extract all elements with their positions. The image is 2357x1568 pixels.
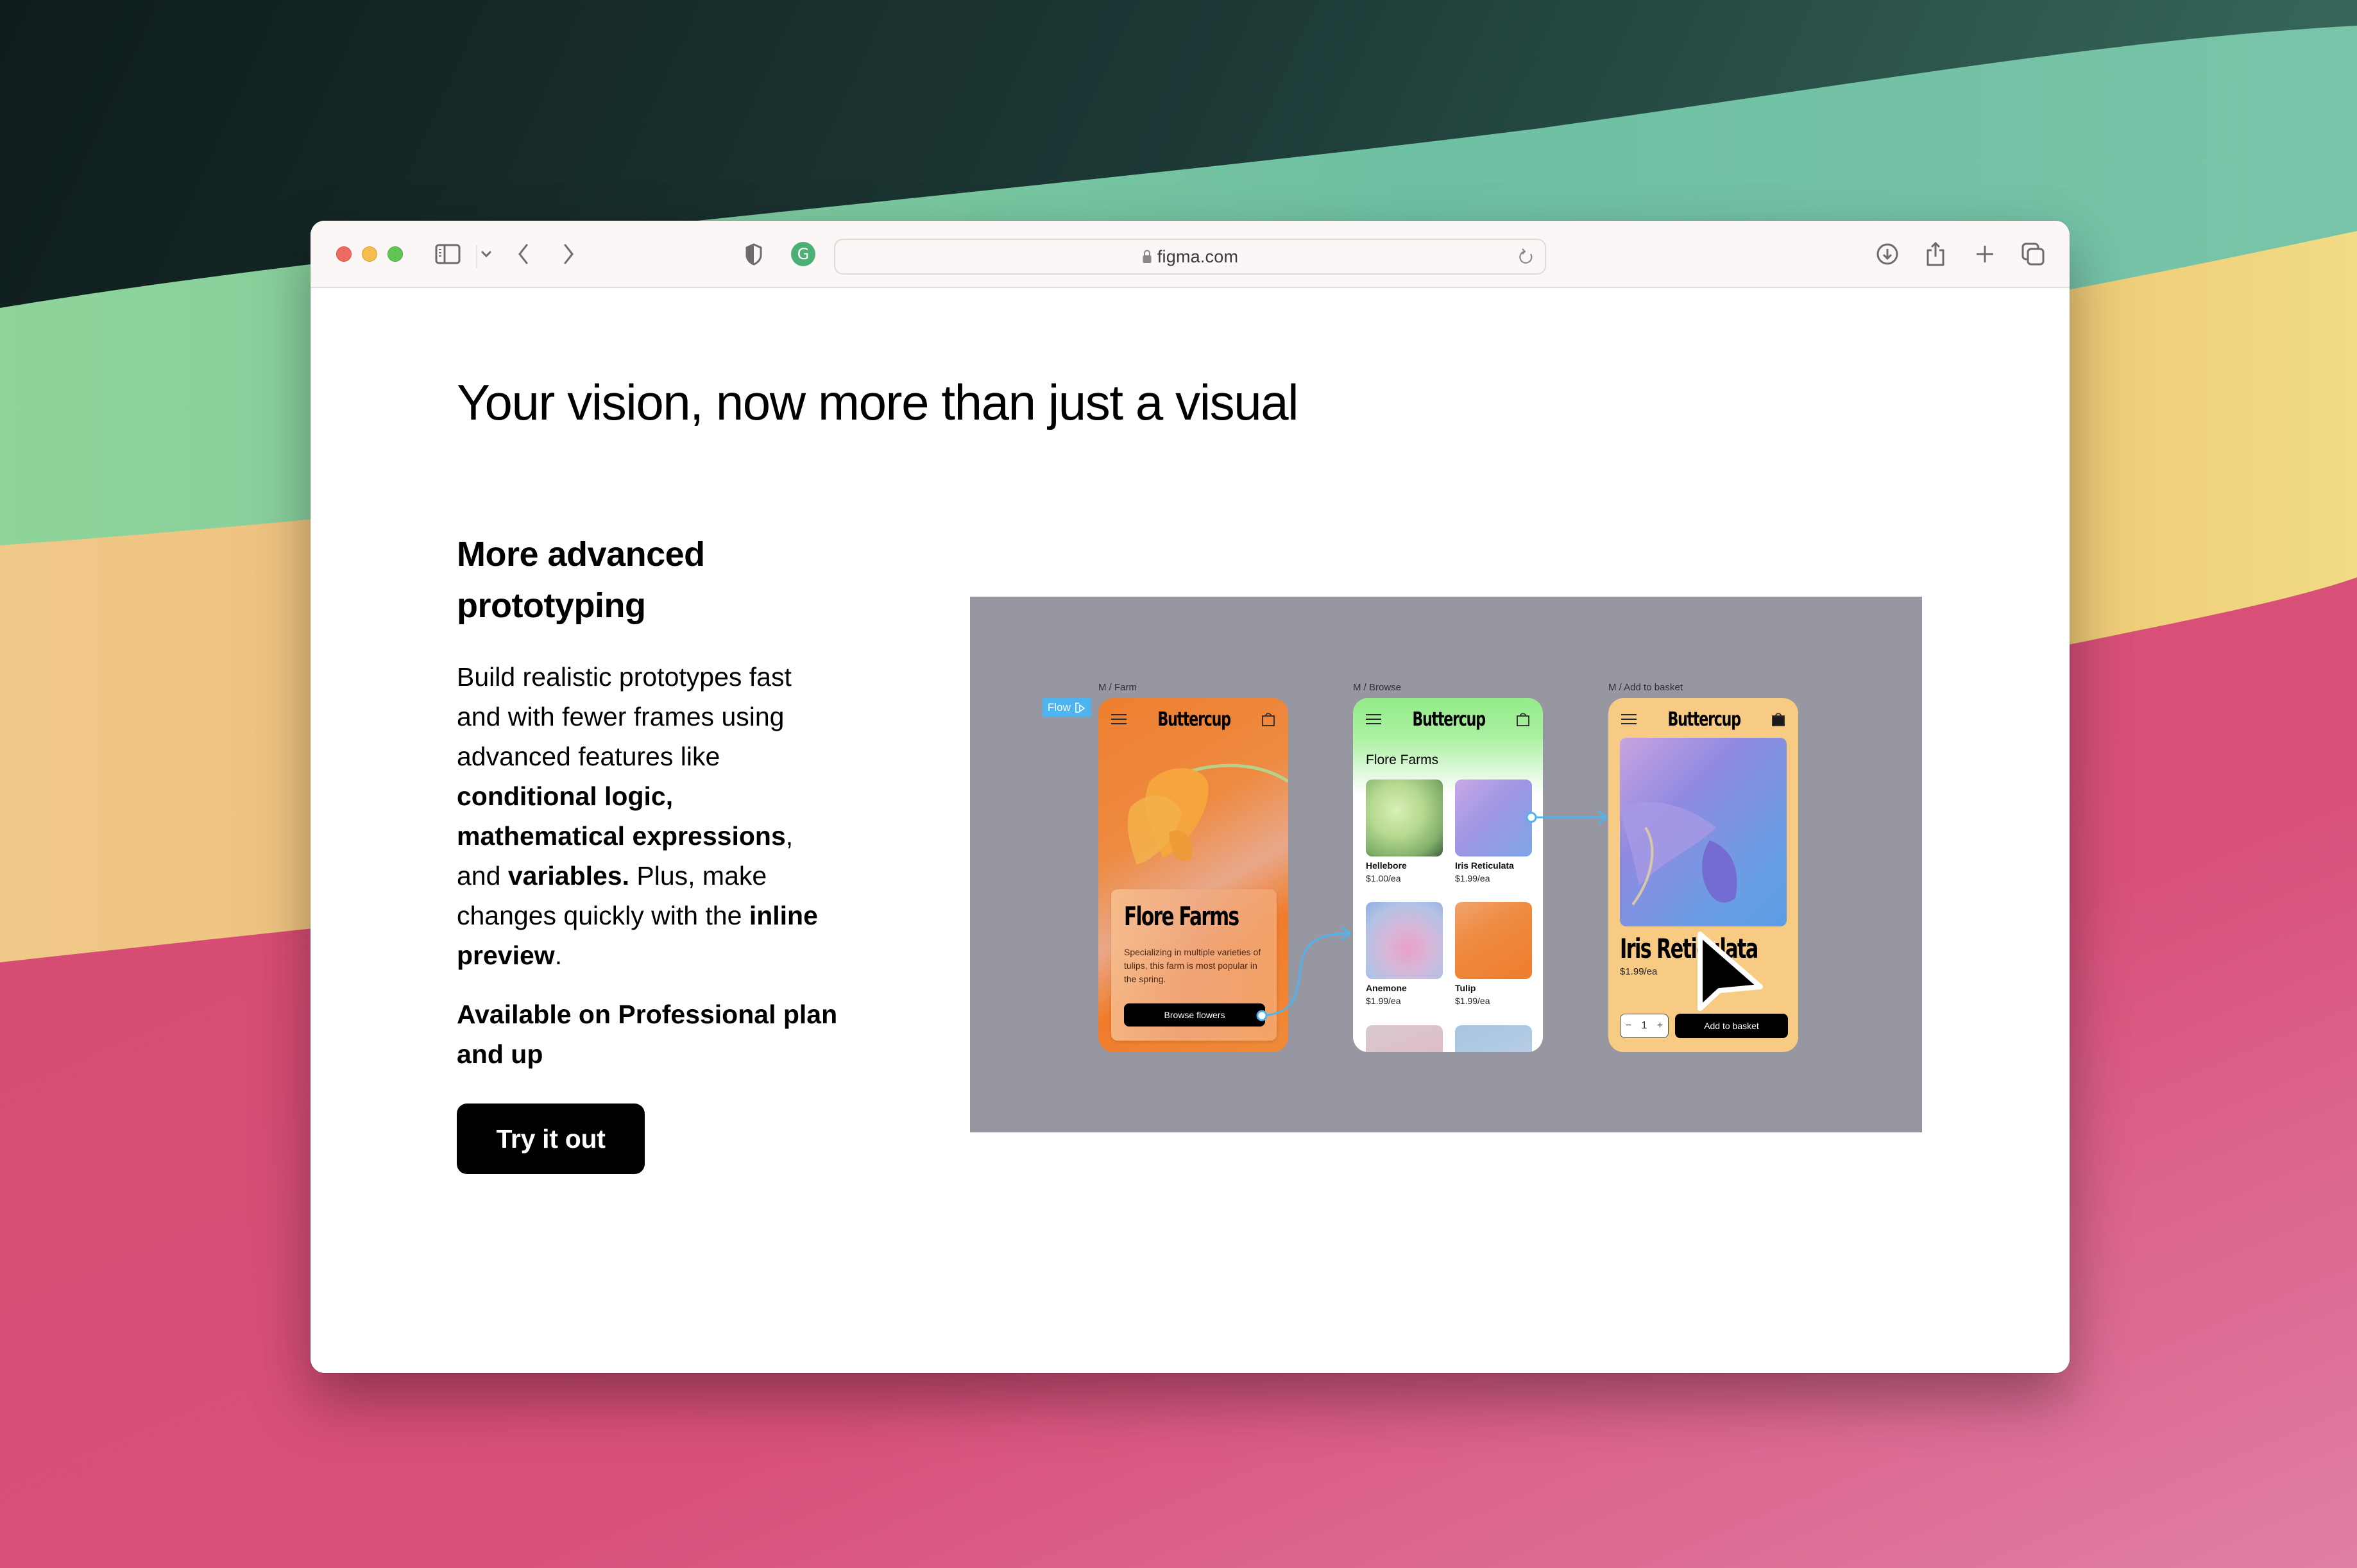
frame-label-browse: M / Browse: [1353, 682, 1402, 693]
feature-section: More advanced prototyping Build realisti…: [457, 529, 842, 1174]
body-text: .: [554, 941, 563, 970]
page-title: Your vision, now more than just a visual: [457, 374, 1299, 430]
tab-overview-icon[interactable]: [2021, 240, 2045, 268]
shopping-bag-icon[interactable]: [1516, 712, 1530, 727]
lock-icon: [1143, 250, 1152, 263]
new-tab-icon[interactable]: [1975, 240, 1995, 268]
reload-icon[interactable]: [1517, 246, 1536, 271]
zoom-window-button[interactable]: [387, 246, 403, 262]
product-price: $1.99/ea: [1620, 966, 1658, 977]
product-price: $1.00/ea: [1366, 873, 1401, 883]
browser-window: G figma.com Your vision, now more than j…: [311, 221, 2070, 1373]
minimize-window-button[interactable]: [362, 246, 377, 262]
brand-logo: Buttercup: [1157, 708, 1231, 731]
share-icon[interactable]: [1925, 240, 1946, 268]
mouse-cursor-icon: [1698, 932, 1763, 1011]
shopping-bag-filled-icon[interactable]: [1771, 712, 1785, 727]
brand-logo: Buttercup: [1667, 708, 1741, 731]
quantity-value: 1: [1641, 1020, 1647, 1031]
brand-logo: Buttercup: [1412, 708, 1486, 731]
flow-start-tag[interactable]: Flow: [1042, 698, 1091, 717]
flow-label: Flow: [1048, 701, 1071, 713]
decrement-button[interactable]: −: [1626, 1020, 1631, 1032]
phone-frame-browse[interactable]: Buttercup Flore Farms Hellebore $1.00/ea…: [1353, 698, 1543, 1052]
tulip-image: [1127, 763, 1288, 865]
download-icon[interactable]: [1876, 240, 1899, 268]
try-it-out-button[interactable]: Try it out: [457, 1104, 645, 1174]
iris-image: [1455, 780, 1532, 856]
product-price: $1.99/ea: [1455, 873, 1490, 883]
increment-button[interactable]: +: [1657, 1020, 1663, 1032]
play-frame-icon: [1075, 703, 1085, 713]
farm-description: Specializing in multiple varieties of tu…: [1124, 947, 1261, 984]
product-tile[interactable]: [1366, 1025, 1443, 1052]
plan-availability-note: Available on Professional plan and up: [457, 1000, 838, 1069]
product-name: Hellebore: [1366, 860, 1407, 871]
back-icon[interactable]: [516, 240, 531, 268]
svg-text:G: G: [797, 245, 810, 263]
feature-title: More advanced prototyping: [457, 529, 842, 631]
iris-product-image: [1620, 738, 1787, 926]
product-tile[interactable]: Iris Reticulata $1.99/ea: [1455, 780, 1532, 883]
product-tile[interactable]: Tulip $1.99/ea: [1455, 902, 1532, 1006]
anemone-image: [1366, 902, 1443, 979]
forward-icon[interactable]: [561, 240, 576, 268]
menu-icon[interactable]: [1111, 714, 1127, 724]
product-tile[interactable]: Anemone $1.99/ea: [1366, 902, 1443, 1006]
feature-description: Build realistic prototypes fast and with…: [457, 657, 842, 975]
privacy-shield-icon[interactable]: [744, 240, 763, 268]
phone-header: Buttercup: [1353, 698, 1543, 740]
emphasized-text: conditional logic,: [457, 781, 674, 811]
prototype-preview-canvas: M / Farm M / Browse M / Add to basket Fl…: [970, 597, 1922, 1132]
close-window-button[interactable]: [336, 246, 352, 262]
feature-title-line1: More advanced: [457, 535, 705, 574]
product-price: $1.99/ea: [1366, 996, 1401, 1006]
iris-flower-illustration: [1620, 802, 1737, 906]
farm-title: Flore Farms: [1124, 902, 1239, 932]
menu-icon[interactable]: [1366, 714, 1381, 724]
product-image: [1455, 1025, 1532, 1052]
emphasized-text: variables.: [507, 861, 629, 891]
farm-subtitle: Flore Farms: [1366, 753, 1439, 767]
product-tile[interactable]: [1455, 1025, 1532, 1052]
quantity-stepper[interactable]: − 1 +: [1620, 1014, 1669, 1038]
phone-header: Buttercup: [1098, 698, 1288, 740]
menu-icon[interactable]: [1621, 714, 1637, 724]
hellebore-image: [1366, 780, 1443, 856]
address-bar[interactable]: figma.com: [834, 239, 1546, 275]
url-text: figma.com: [1157, 246, 1239, 266]
product-image: [1366, 1025, 1443, 1052]
page-content: Your vision, now more than just a visual…: [311, 288, 2070, 1373]
product-name: Anemone: [1366, 983, 1407, 993]
farm-info-card: Flore Farms Specializing in multiple var…: [1111, 889, 1277, 1041]
chevron-down-icon[interactable]: [479, 240, 494, 268]
product-price: $1.99/ea: [1455, 996, 1490, 1006]
product-tile[interactable]: Hellebore $1.00/ea: [1366, 780, 1443, 883]
phone-header: Buttercup: [1608, 698, 1798, 740]
browse-flowers-button[interactable]: Browse flowers: [1124, 1003, 1265, 1027]
product-name: Iris Reticulata: [1455, 860, 1514, 871]
tulip-image: [1455, 902, 1532, 979]
product-name: Tulip: [1455, 983, 1476, 993]
shopping-bag-icon[interactable]: [1261, 712, 1275, 727]
feature-title-line2: prototyping: [457, 586, 646, 625]
frame-label-farm: M / Farm: [1098, 682, 1137, 693]
connector-arrowhead: [1341, 926, 1352, 941]
toolbar-separator: [476, 245, 477, 268]
connector-arrowhead: [1598, 810, 1608, 825]
grammarly-icon[interactable]: G: [790, 240, 816, 268]
sidebar-icon[interactable]: [435, 240, 461, 268]
body-text: Build realistic prototypes fast and with…: [457, 662, 792, 771]
emphasized-text: mathematical expressions: [457, 821, 786, 851]
phone-frame-farm[interactable]: Buttercup Flore Farms Specializing in mu…: [1098, 698, 1288, 1052]
frame-label-basket: M / Add to basket: [1608, 682, 1683, 693]
browser-toolbar: G figma.com: [311, 221, 2070, 288]
